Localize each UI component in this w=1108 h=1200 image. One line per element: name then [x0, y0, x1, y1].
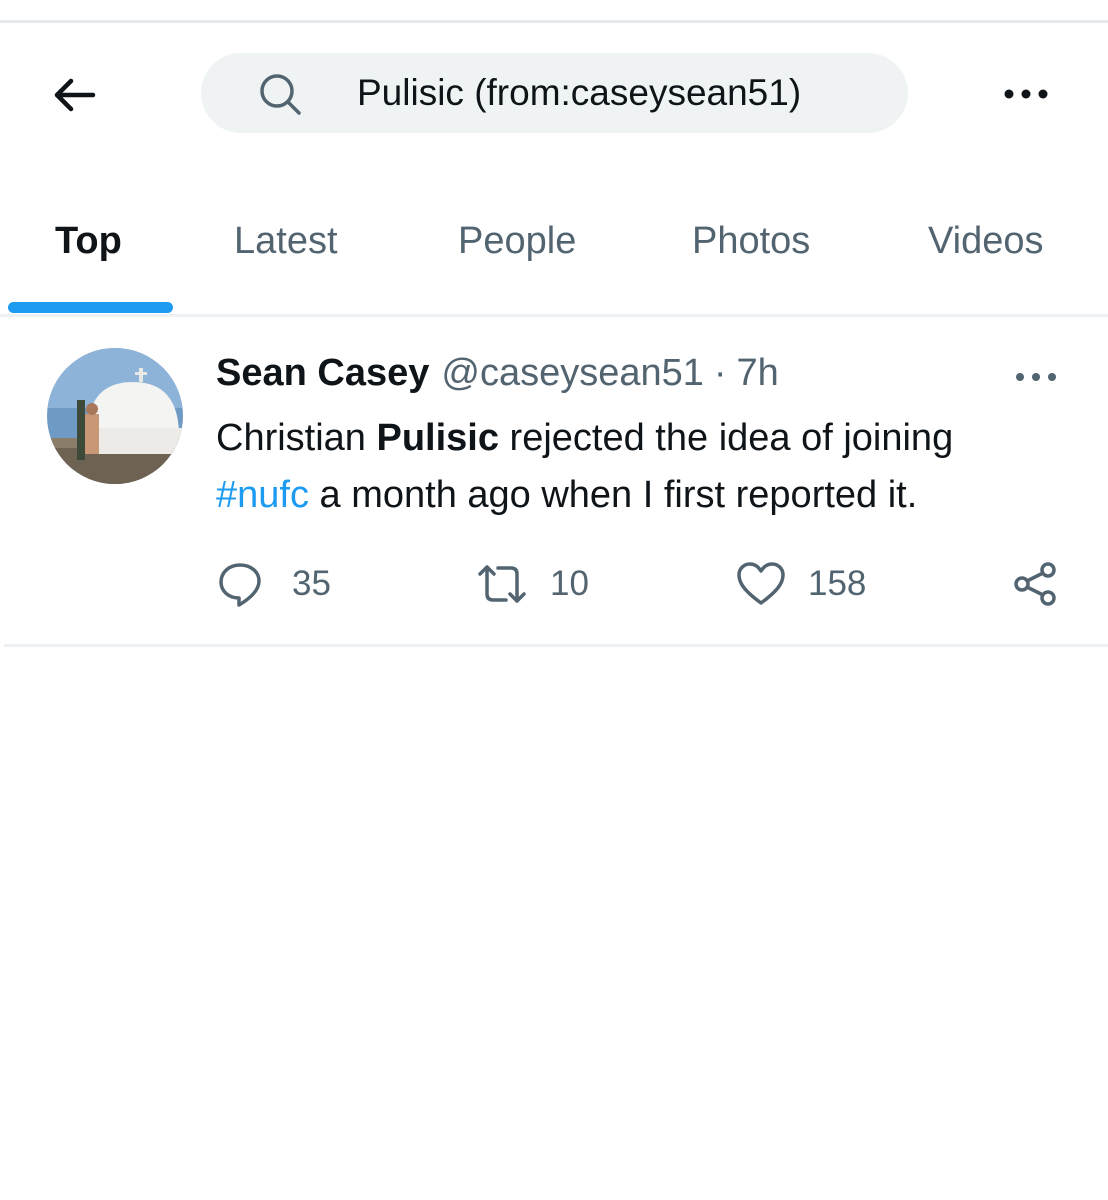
tabs-divider [0, 314, 1108, 317]
hashtag-link[interactable]: #nufc [216, 474, 309, 516]
share-icon [1014, 562, 1056, 606]
more-horizontal-icon [1004, 89, 1048, 99]
arrow-left-icon [54, 78, 96, 112]
tweet[interactable]: Sean Casey @caseysean51 · 7h Christian P… [0, 318, 1108, 646]
tweet-divider [4, 644, 1108, 647]
tweet-text-part: a month ago when I first reported it. [308, 474, 918, 516]
tweet-text-part: Christian [216, 417, 377, 459]
avatar-image [47, 348, 183, 484]
reply-button[interactable]: 35 [216, 556, 331, 612]
tab-people[interactable]: People [458, 196, 576, 286]
author-name[interactable]: Sean Casey [216, 352, 429, 395]
tab-top[interactable]: Top [55, 196, 122, 286]
search-input[interactable] [357, 67, 877, 119]
reply-icon [219, 563, 261, 607]
tab-latest[interactable]: Latest [234, 196, 338, 286]
more-options-button[interactable] [996, 74, 1056, 114]
share-button[interactable] [1012, 556, 1060, 612]
search-header [0, 24, 1108, 160]
tweet-more-button[interactable] [1008, 362, 1064, 392]
search-box[interactable] [201, 53, 908, 133]
author-handle[interactable]: @caseysean51 [441, 352, 704, 395]
back-button[interactable] [44, 70, 104, 120]
tweet-timestamp[interactable]: 7h [737, 352, 779, 395]
tab-photos[interactable]: Photos [692, 196, 810, 286]
tweet-text-part: rejected the idea of joining [499, 417, 954, 459]
like-button[interactable]: 158 [736, 556, 866, 612]
search-tabs: Top Latest People Photos Videos [0, 196, 1108, 316]
avatar[interactable] [47, 348, 183, 484]
tweet-text: Christian Pulisic rejected the idea of j… [216, 410, 1076, 524]
reply-count: 35 [292, 564, 331, 603]
active-tab-indicator [8, 302, 173, 313]
top-divider [0, 20, 1108, 23]
separator-dot: · [713, 352, 727, 394]
retweet-count: 10 [550, 564, 589, 603]
more-horizontal-icon [1016, 373, 1056, 381]
tab-videos[interactable]: Videos [928, 196, 1044, 286]
retweet-button[interactable]: 10 [476, 556, 589, 612]
tweet-header: Sean Casey @caseysean51 · 7h [216, 352, 996, 402]
search-icon [260, 74, 301, 115]
like-count: 158 [808, 564, 867, 603]
highlighted-term: Pulisic [376, 417, 500, 459]
heart-icon [737, 562, 785, 605]
retweet-icon [478, 565, 526, 603]
